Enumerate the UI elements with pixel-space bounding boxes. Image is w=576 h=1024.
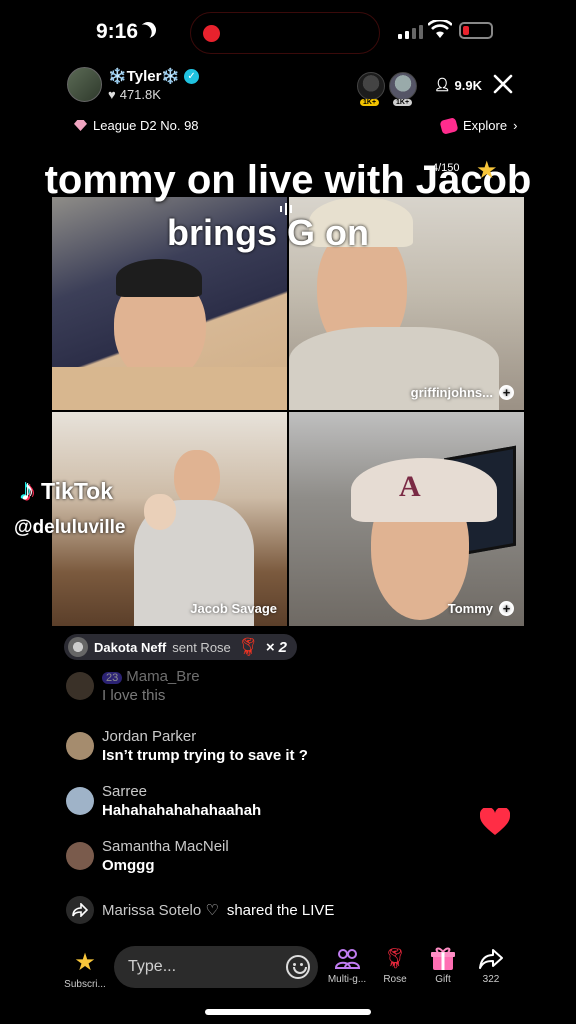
share-icon bbox=[479, 949, 503, 969]
rose-icon: 🌹︎ bbox=[236, 636, 260, 657]
gift-notification: Dakota Neff sent Rose 🌹︎ × 2 bbox=[64, 634, 297, 660]
share-action: shared the LIVE bbox=[226, 901, 335, 919]
top-viewer-avatar[interactable] bbox=[357, 72, 385, 100]
gift-verb: sent Rose bbox=[172, 639, 231, 655]
rose-icon: 🌹︎ bbox=[382, 948, 408, 970]
comment[interactable]: Sarree Hahahahahahahaahah bbox=[66, 783, 496, 819]
person-icon: 👤︎ bbox=[434, 77, 451, 92]
watermark-handle: @deluluville bbox=[14, 517, 126, 538]
viewer-count[interactable]: 👤︎ 9.9K bbox=[434, 77, 482, 93]
follow-plus-icon[interactable]: + bbox=[499, 385, 514, 400]
avatar bbox=[68, 637, 88, 657]
subscribe-button[interactable]: ★ Subscri... bbox=[62, 948, 108, 990]
share-notification: Marissa Sotelo ♡ shared the LIVE bbox=[66, 896, 334, 924]
emoji-icon[interactable] bbox=[286, 955, 310, 979]
avatar[interactable] bbox=[66, 732, 94, 760]
tiktok-watermark: ♪ TikTok bbox=[20, 474, 113, 508]
comment-user[interactable]: Samantha MacNeil bbox=[102, 838, 229, 855]
cap-shape bbox=[116, 259, 202, 297]
dynamic-island bbox=[190, 12, 380, 54]
league-label: League D2 No. 98 bbox=[93, 118, 199, 133]
star-icon[interactable]: ★ bbox=[476, 156, 498, 185]
share-button[interactable]: 322 bbox=[466, 946, 516, 985]
follow-plus-icon[interactable]: + bbox=[499, 601, 514, 616]
verified-icon: ✓ bbox=[184, 68, 200, 84]
comment[interactable]: 23 Mama_Bre I love this bbox=[66, 668, 496, 704]
heart-small-icon: ♥ bbox=[108, 87, 116, 102]
host-likes: ♥ 471.8K bbox=[108, 87, 161, 102]
comment-user[interactable]: Sarree bbox=[102, 783, 261, 800]
host-name: ❄️Tyler❄️ bbox=[108, 68, 181, 85]
people-icon bbox=[334, 949, 360, 969]
share-arrow-icon bbox=[66, 896, 94, 924]
guest-label: Tommy + bbox=[448, 601, 514, 616]
host-likes-count: 471.8K bbox=[119, 87, 161, 102]
tiktok-logo-icon: ♪ bbox=[20, 474, 35, 507]
viewer-count-value: 9.9K bbox=[454, 77, 482, 93]
top-viewer-avatar[interactable] bbox=[389, 72, 417, 100]
signal-icon bbox=[398, 25, 423, 39]
close-icon[interactable] bbox=[492, 73, 514, 95]
gift-count: × 2 bbox=[265, 638, 287, 656]
comment[interactable]: Samantha MacNeil Omggg bbox=[66, 838, 496, 874]
host-name-row[interactable]: ❄️Tyler❄️ ✓ bbox=[108, 67, 200, 85]
heart-icon bbox=[480, 808, 510, 835]
host-avatar[interactable] bbox=[67, 67, 102, 102]
multi-guest-button[interactable]: Multi-g... bbox=[322, 946, 372, 985]
rose-button[interactable]: 🌹︎ Rose bbox=[370, 946, 420, 985]
explore-label: Explore bbox=[463, 118, 508, 133]
comment[interactable]: Jordan Parker Isn’t trump trying to save… bbox=[66, 728, 496, 764]
wifi-icon bbox=[428, 20, 452, 38]
guest-label: griffinjohns... + bbox=[411, 385, 514, 400]
gift-label: Gift bbox=[435, 974, 451, 985]
avatar[interactable] bbox=[66, 787, 94, 815]
subscribe-label: Subscri... bbox=[64, 979, 106, 990]
avatar[interactable] bbox=[66, 672, 94, 700]
cap-logo: A bbox=[399, 470, 421, 503]
avatar[interactable] bbox=[66, 842, 94, 870]
league-badge[interactable]: League D2 No. 98 bbox=[74, 118, 199, 133]
gift-icon bbox=[431, 947, 455, 970]
baby-shape bbox=[144, 494, 176, 530]
comment-user[interactable]: Mama_Bre bbox=[126, 668, 199, 685]
explore-button[interactable]: Explore › bbox=[439, 116, 518, 135]
multi-guest-label: Multi-g... bbox=[327, 974, 367, 985]
multi-guest-grid: griffinjohns... + Jacob Savage A Tommy + bbox=[52, 197, 524, 626]
share-user[interactable]: Marissa Sotelo ♡ bbox=[102, 901, 219, 919]
share-count: 322 bbox=[482, 974, 500, 985]
status-time: 9:16 bbox=[96, 20, 139, 43]
gift-sender: Dakota Neff bbox=[94, 639, 167, 655]
top-viewers[interactable]: 1K+ 1K+ bbox=[357, 72, 419, 106]
recording-dot-icon bbox=[203, 25, 220, 42]
comment-text: Hahahahahahahaahah bbox=[102, 802, 262, 819]
level-badge: 23 bbox=[102, 672, 123, 684]
comment-text: Isn’t trump trying to save it ? bbox=[102, 747, 308, 764]
caption-line-2: brings G on bbox=[167, 212, 369, 253]
chevron-right-icon: › bbox=[513, 118, 518, 133]
viewer-badge: 1K+ bbox=[360, 99, 380, 106]
battery-icon bbox=[459, 22, 493, 39]
gift-button[interactable]: Gift bbox=[418, 946, 468, 985]
viewer-badge: 1K+ bbox=[393, 99, 413, 106]
comment-text: I love this bbox=[102, 687, 166, 704]
comment-user[interactable]: Jordan Parker bbox=[102, 728, 308, 745]
guest-label: Jacob Savage bbox=[190, 601, 277, 616]
home-indicator[interactable] bbox=[205, 1009, 371, 1015]
moon-icon bbox=[137, 19, 159, 41]
status-bar: 9:16 bbox=[0, 0, 576, 64]
goal-counter: 4/150 bbox=[432, 162, 460, 174]
rose-label: Rose bbox=[383, 974, 407, 985]
hoodie-shape bbox=[52, 367, 287, 410]
comment-text: Omggg bbox=[102, 857, 155, 874]
guest-tile-4[interactable]: A Tommy + bbox=[289, 412, 524, 626]
gem-icon bbox=[74, 120, 87, 131]
explore-icon bbox=[439, 116, 459, 135]
tiktok-brand: TikTok bbox=[41, 477, 113, 504]
star-badge-icon: ★ bbox=[74, 949, 96, 976]
